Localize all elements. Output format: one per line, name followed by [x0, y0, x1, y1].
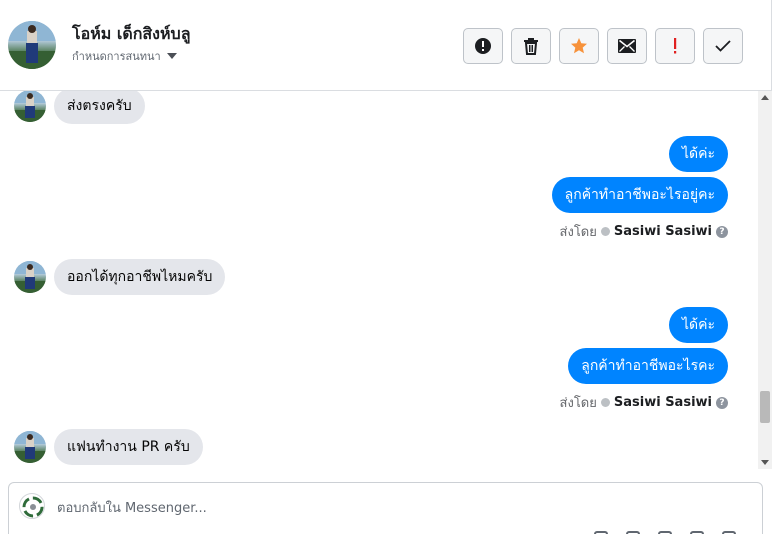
- envelope-icon: [618, 39, 636, 53]
- caret-down-icon: [166, 53, 177, 59]
- star-icon: [571, 38, 587, 54]
- sent-by-info: ส่งโดย Sasiwi Sasiwi ?: [560, 221, 728, 242]
- outgoing-message[interactable]: ลูกค้าทำอาชีพอะไรคะ: [568, 348, 728, 384]
- incoming-message[interactable]: แฟนทำงาน PR ครับ: [54, 429, 203, 465]
- outgoing-message[interactable]: ลูกค้าทำอาชีพอะไรอยู่คะ: [551, 177, 728, 213]
- scroll-up-arrow-icon[interactable]: [761, 95, 769, 100]
- scrollbar-thumb[interactable]: [760, 391, 770, 423]
- exclamation-icon: [674, 38, 677, 54]
- outgoing-message[interactable]: ได้ค่ะ: [668, 136, 728, 172]
- sent-by-info: ส่งโดย Sasiwi Sasiwi ?: [560, 392, 728, 413]
- reply-input[interactable]: [57, 498, 737, 518]
- message-scrollbar[interactable]: [758, 91, 772, 469]
- verified-dot-icon: [600, 398, 610, 407]
- trash-icon: [524, 38, 538, 55]
- incoming-message[interactable]: ส่งตรงครับ: [54, 91, 145, 124]
- contact-avatar-small[interactable]: [14, 261, 46, 293]
- conversation-header: โอห์ม เด็กสิงห์บลู กำหนดการสนทนา: [0, 0, 772, 91]
- mark-unread-button[interactable]: [607, 28, 647, 64]
- check-icon: [715, 40, 731, 52]
- reply-composer: [8, 482, 763, 534]
- contact-avatar-small[interactable]: [14, 431, 46, 463]
- assign-conversation-dropdown[interactable]: กำหนดการสนทนา: [72, 47, 177, 65]
- help-icon[interactable]: ?: [716, 396, 728, 409]
- alert-circle-icon: [475, 38, 491, 54]
- star-button[interactable]: [559, 28, 599, 64]
- outgoing-message[interactable]: ได้ค่ะ: [668, 307, 728, 343]
- assign-conversation-label: กำหนดการสนทนา: [72, 50, 161, 63]
- mark-done-button[interactable]: [703, 28, 743, 64]
- message-row: ออกได้ทุกอาชีพไหมครับ: [14, 259, 226, 295]
- follow-up-button[interactable]: [655, 28, 695, 64]
- sent-by-label: ส่งโดย: [559, 396, 597, 411]
- delete-button[interactable]: [511, 28, 551, 64]
- contact-avatar[interactable]: [8, 21, 56, 69]
- contact-avatar-small[interactable]: [14, 91, 46, 122]
- contact-name: โอห์ม เด็กสิงห์บลู: [72, 24, 191, 43]
- conversation-actions: [463, 28, 743, 64]
- scroll-down-arrow-icon[interactable]: [761, 460, 769, 465]
- page-avatar: [19, 493, 45, 519]
- message-list: ส่งตรงครับ ได้ค่ะ ลูกค้าทำอาชีพอะไรอยู่ค…: [0, 91, 772, 469]
- help-icon[interactable]: ?: [716, 225, 728, 238]
- incoming-message[interactable]: ออกได้ทุกอาชีพไหมครับ: [54, 259, 226, 295]
- message-row: ส่งตรงครับ: [14, 91, 145, 124]
- sent-by-agent: Sasiwi Sasiwi: [613, 224, 712, 239]
- message-row: แฟนทำงาน PR ครับ: [14, 429, 203, 465]
- messenger-conversation: โอห์ม เด็กสิงห์บลู กำหนดการสนทนา ส่งตรงค…: [0, 0, 772, 534]
- mark-spam-button[interactable]: [463, 28, 503, 64]
- sent-by-agent: Sasiwi Sasiwi: [613, 395, 712, 410]
- verified-dot-icon: [600, 227, 610, 236]
- sent-by-label: ส่งโดย: [559, 225, 597, 240]
